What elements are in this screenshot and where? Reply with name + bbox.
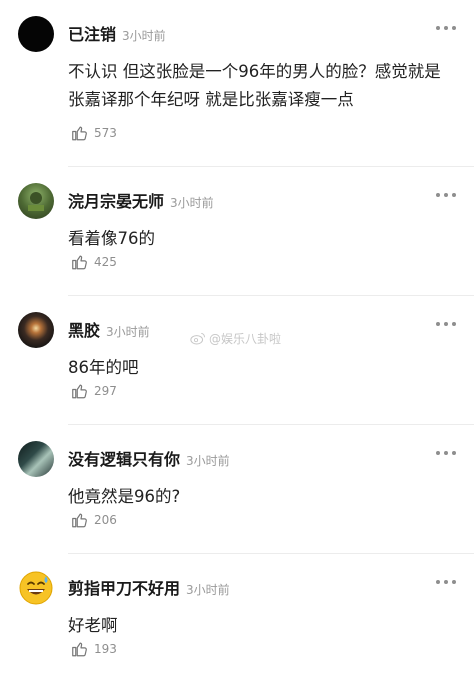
comment-text: 他竟然是96的?: [68, 487, 181, 506]
watermark-text: @娱乐八卦啦: [209, 332, 282, 346]
thumbs-up-icon: [72, 255, 87, 270]
more-options-icon[interactable]: [436, 580, 456, 586]
weibo-logo-icon: [190, 332, 205, 345]
sweat-smile-emoji-avatar-icon[interactable]: [18, 570, 54, 606]
comment-time: 3小时前: [122, 29, 166, 43]
comment-item: 浣月宗晏无师 3小时前 看着像76的 425: [0, 167, 474, 296]
more-options-icon[interactable]: [436, 322, 456, 328]
green-photo-avatar-icon[interactable]: [18, 183, 54, 219]
comment-username[interactable]: 浣月宗晏无师 3小时前: [68, 191, 214, 214]
thumbs-up-icon: [72, 126, 87, 141]
comment-item: 已注销 3小时前 不认识 但这张脸是一个96年的男人的脸？感觉就是张嘉译那个年纪呀…: [0, 0, 474, 167]
like-button[interactable]: 193: [70, 639, 117, 659]
blank-avatar-icon[interactable]: [18, 16, 54, 52]
comment-text: 看着像76的: [68, 229, 155, 248]
comment-text: 不认识 但这张脸是一个96年的男人的脸？感觉就是张嘉译那个年纪呀 就是比张嘉译瘦…: [68, 62, 441, 109]
comment-item: 剪指甲刀不好用 3小时前 好老啊 193: [0, 554, 474, 675]
like-button[interactable]: 573: [70, 123, 117, 143]
comment-text: 86年的吧: [68, 358, 139, 377]
like-button[interactable]: 206: [70, 510, 117, 530]
comment-username[interactable]: 剪指甲刀不好用 3小时前: [68, 578, 230, 601]
thumbs-up-icon: [72, 384, 87, 399]
more-options-icon[interactable]: [436, 193, 456, 199]
comment-username[interactable]: 已注销 3小时前: [68, 24, 166, 47]
comment-item: 黑胶 3小时前 86年的吧 297: [0, 296, 474, 425]
comment-username[interactable]: 黑胶 3小时前: [68, 320, 150, 343]
comment-time: 3小时前: [106, 325, 150, 339]
teal-portrait-avatar-icon[interactable]: [18, 441, 54, 477]
thumbs-up-icon: [72, 642, 87, 657]
watermark: @娱乐八卦啦: [190, 330, 281, 347]
dark-glow-avatar-icon[interactable]: [18, 312, 54, 348]
comment-time: 3小时前: [170, 196, 214, 210]
comment-item: 没有逻辑只有你 3小时前 他竟然是96的? 206: [0, 425, 474, 554]
more-options-icon[interactable]: [436, 451, 456, 457]
like-count: 193: [94, 642, 117, 656]
more-options-icon[interactable]: [436, 26, 456, 32]
like-count: 573: [94, 126, 117, 140]
like-button[interactable]: 297: [70, 381, 117, 401]
like-button[interactable]: 425: [70, 252, 117, 272]
like-count: 425: [94, 255, 117, 269]
comment-time: 3小时前: [186, 454, 230, 468]
thumbs-up-icon: [72, 513, 87, 528]
comment-time: 3小时前: [186, 583, 230, 597]
like-count: 206: [94, 513, 117, 527]
like-count: 297: [94, 384, 117, 398]
comment-username[interactable]: 没有逻辑只有你 3小时前: [68, 449, 230, 472]
comment-text: 好老啊: [68, 616, 118, 635]
